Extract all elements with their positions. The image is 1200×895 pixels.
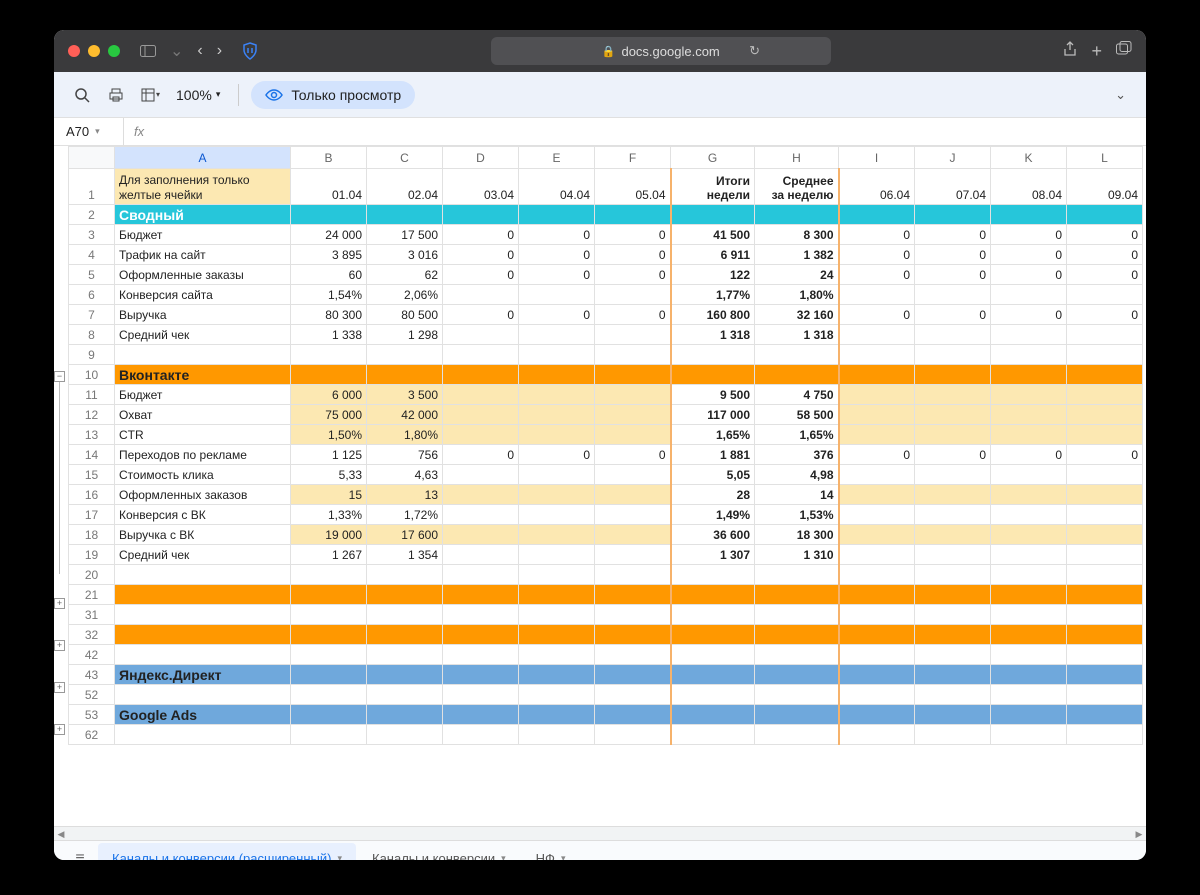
url-text: docs.google.com — [621, 44, 719, 59]
table-row[interactable]: 62 — [69, 725, 1143, 745]
name-box-bar: A70▾ fx — [54, 118, 1146, 146]
collapse-toolbar[interactable]: ⌄ — [1115, 87, 1126, 103]
col-header[interactable]: C — [367, 147, 443, 169]
table-row[interactable]: 19Средний чек1 2671 3541 3071 310 — [69, 545, 1143, 565]
table-row[interactable]: 3Бюджет24 00017 50000041 5008 3000000 — [69, 225, 1143, 245]
table-row[interactable]: 17Конверсия с ВК1,33%1,72%1,49%1,53% — [69, 505, 1143, 525]
table-row[interactable]: 1 Для заполнения только желтые ячейки 01… — [69, 169, 1143, 205]
sheet-tab[interactable]: НФ▾ — [522, 843, 580, 860]
col-header[interactable]: J — [915, 147, 991, 169]
traffic-lights — [68, 45, 120, 57]
table-row[interactable]: 8Средний чек1 3381 2981 3181 318 — [69, 325, 1143, 345]
table-row[interactable]: 13CTR1,50%1,80%1,65%1,65% — [69, 425, 1143, 445]
spreadsheet-grid[interactable]: − + + + + A B C D E F G H I J K — [54, 146, 1146, 826]
table-row[interactable]: 7Выручка80 30080 500000160 80032 1600000 — [69, 305, 1143, 325]
group-toggle[interactable]: + — [54, 640, 65, 651]
sheet-tabs: ≡ Каналы и конверсии (расширенный)▾ Кана… — [54, 840, 1146, 860]
search-icon[interactable] — [68, 81, 96, 109]
col-header[interactable]: G — [671, 147, 755, 169]
address-bar[interactable]: 🔒 docs.google.com ↻ — [491, 37, 831, 65]
name-box[interactable]: A70▾ — [54, 118, 124, 145]
col-header[interactable]: L — [1067, 147, 1143, 169]
col-header[interactable]: F — [595, 147, 671, 169]
col-header[interactable]: K — [991, 147, 1067, 169]
group-toggle[interactable]: + — [54, 724, 65, 735]
table-row[interactable]: 6Конверсия сайта1,54%2,06%1,77%1,80% — [69, 285, 1143, 305]
all-sheets-menu[interactable]: ≡ — [64, 850, 96, 861]
table-row[interactable]: 21 — [69, 585, 1143, 605]
table-row[interactable]: 5Оформленные заказы6062000122240000 — [69, 265, 1143, 285]
zoom-select[interactable]: 100% ▾ — [170, 87, 226, 103]
table-row[interactable]: 18Выручка с ВК19 00017 60036 60018 300 — [69, 525, 1143, 545]
sheet-tab[interactable]: Каналы и конверсии (расширенный)▾ — [98, 843, 356, 860]
view-only-badge[interactable]: Только просмотр — [251, 81, 415, 109]
lock-icon: 🔒 — [602, 45, 616, 58]
grid-table: A B C D E F G H I J K L 1 Для заполнения… — [68, 146, 1143, 745]
titlebar: ⌄ ‹ › 🔒 docs.google.com ↻ + — [54, 30, 1146, 72]
section-header[interactable]: 53Google Ads — [69, 705, 1143, 725]
table-row[interactable]: 4Трафик на сайт3 8953 0160006 9111 38200… — [69, 245, 1143, 265]
sheet-tab[interactable]: Каналы и конверсии▾ — [358, 843, 520, 860]
section-header[interactable]: 2Сводный — [69, 205, 1143, 225]
tabs-icon[interactable] — [1116, 41, 1132, 62]
fx-label: fx — [124, 124, 154, 139]
share-icon[interactable] — [1063, 41, 1077, 62]
reload-icon[interactable]: ↻ — [749, 43, 760, 59]
table-row[interactable]: 11Бюджет6 0003 5009 5004 750 — [69, 385, 1143, 405]
table-row[interactable]: 15Стоимость клика5,334,635,054,98 — [69, 465, 1143, 485]
col-header[interactable]: A — [115, 147, 291, 169]
group-toggle[interactable]: + — [54, 598, 65, 609]
col-header-row: A B C D E F G H I J K L — [69, 147, 1143, 169]
table-row[interactable]: 9 — [69, 345, 1143, 365]
table-row[interactable]: 16Оформленных заказов15132814 — [69, 485, 1143, 505]
section-header[interactable]: 43Яндекс.Директ — [69, 665, 1143, 685]
chevron-down-icon[interactable]: ⌄ — [170, 41, 183, 61]
minimize-window[interactable] — [88, 45, 100, 57]
table-row[interactable]: 31 — [69, 605, 1143, 625]
shield-icon[interactable] — [242, 42, 258, 60]
nav-back[interactable]: ‹ — [197, 42, 202, 60]
address-bar-wrap: 🔒 docs.google.com ↻ — [278, 37, 1043, 65]
close-window[interactable] — [68, 45, 80, 57]
section-header[interactable]: 10Вконтакте — [69, 365, 1143, 385]
select-all[interactable] — [69, 147, 115, 169]
group-toggle[interactable]: + — [54, 682, 65, 693]
table-row[interactable]: 32 — [69, 625, 1143, 645]
col-header[interactable]: H — [755, 147, 839, 169]
browser-window: ⌄ ‹ › 🔒 docs.google.com ↻ + ▾ 100% ▾ То — [54, 30, 1146, 860]
scroll-left-icon[interactable]: ◀ — [54, 827, 68, 841]
maximize-window[interactable] — [108, 45, 120, 57]
table-row[interactable]: 52 — [69, 685, 1143, 705]
h-scrollbar[interactable]: ◀ ▶ — [54, 826, 1146, 840]
sheets-toolbar: ▾ 100% ▾ Только просмотр ⌄ — [54, 72, 1146, 118]
col-header[interactable]: I — [839, 147, 915, 169]
scroll-right-icon[interactable]: ▶ — [1132, 827, 1146, 841]
filter-icon[interactable]: ▾ — [136, 81, 164, 109]
col-header[interactable]: D — [443, 147, 519, 169]
table-row[interactable]: 42 — [69, 645, 1143, 665]
nav-forward[interactable]: › — [217, 42, 222, 60]
print-icon[interactable] — [102, 81, 130, 109]
table-row[interactable]: 20 — [69, 565, 1143, 585]
group-toggle[interactable]: − — [54, 371, 65, 382]
new-tab-icon[interactable]: + — [1091, 41, 1102, 62]
table-row[interactable]: 12Охват75 00042 000117 00058 500 — [69, 405, 1143, 425]
eye-icon — [265, 89, 283, 101]
table-row[interactable]: 14Переходов по рекламе1 1257560001 88137… — [69, 445, 1143, 465]
col-header[interactable]: E — [519, 147, 595, 169]
sidebar-icon[interactable] — [140, 43, 156, 59]
col-header[interactable]: B — [291, 147, 367, 169]
